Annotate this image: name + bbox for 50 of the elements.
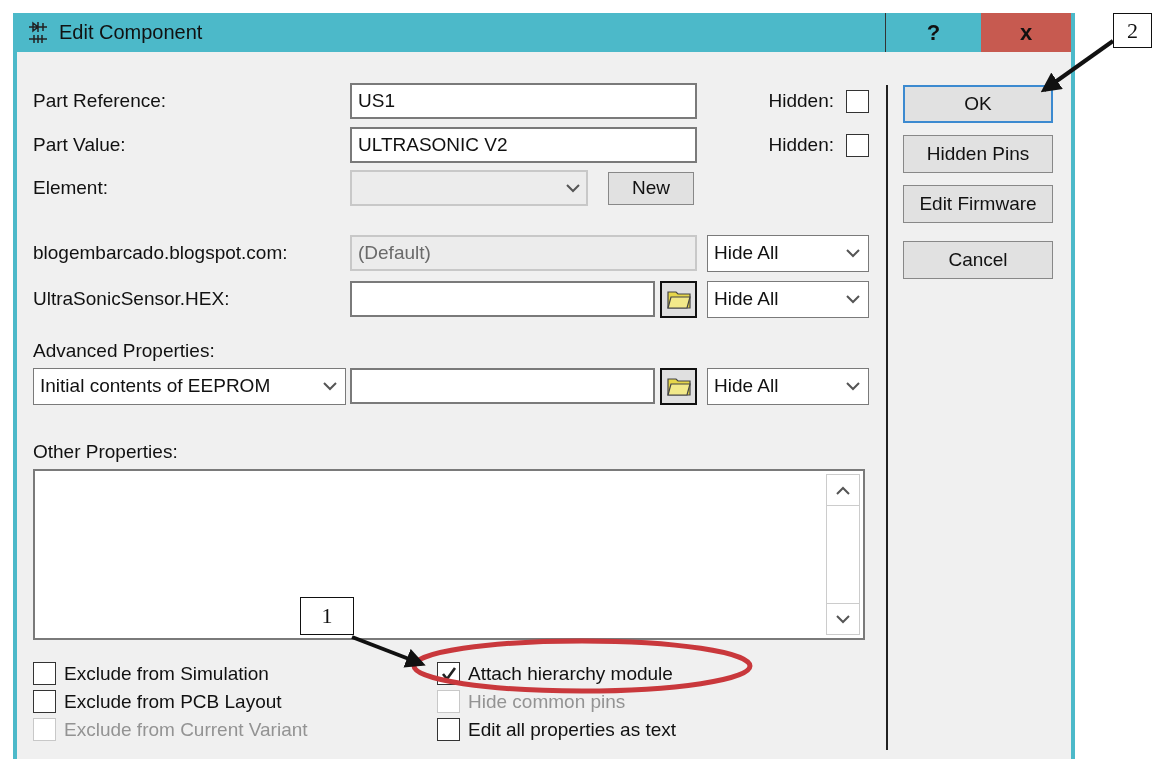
properties-textarea[interactable] [33, 469, 865, 640]
checkbox-label: Hide common pins [468, 690, 626, 713]
hidden-label: Hidden: [768, 134, 834, 156]
section-label: Other Properties: [33, 441, 179, 463]
section-label: Advanced Properties: [33, 340, 216, 362]
field-label: Part Value: [33, 134, 127, 156]
field-label: Element: [33, 177, 109, 199]
close-button[interactable]: x [981, 13, 1071, 52]
checkbox-label: Exclude from Current Variant [64, 718, 308, 741]
scrollbar[interactable] [826, 474, 860, 635]
checkbox-label: Attach hierarchy module [468, 662, 673, 685]
text-field[interactable]: US1 [350, 83, 697, 119]
text-field[interactable]: ULTRASONIC V2 [350, 127, 697, 163]
property-select[interactable]: Initial contents of EEPROM [33, 367, 346, 405]
text-field[interactable] [350, 368, 655, 404]
dialog-button[interactable]: Edit Firmware [903, 185, 1053, 223]
chevron-up-icon [836, 485, 850, 495]
visibility-select[interactable]: Hide All [707, 367, 869, 405]
callout-number: 2 [1113, 13, 1152, 48]
field-label: blogembarcado.blogspot.com: [33, 242, 289, 264]
dialog-button[interactable]: Cancel [903, 241, 1053, 279]
chevron-down-icon [566, 183, 580, 193]
field-label: Part Reference: [33, 90, 168, 112]
chevron-down-icon [323, 381, 337, 391]
folder-icon [666, 376, 691, 396]
callout-number: 1 [300, 597, 354, 635]
chevron-down-icon [836, 614, 850, 624]
chevron-down-icon [846, 248, 860, 258]
browse-button[interactable] [660, 367, 697, 405]
folder-icon [666, 289, 691, 309]
diode-icon [27, 20, 49, 45]
checkbox[interactable] [846, 89, 869, 113]
checkbox[interactable] [33, 690, 56, 713]
check-icon [440, 666, 457, 681]
checkbox-label: Exclude from PCB Layout [64, 690, 282, 713]
field-label: UltraSonicSensor.HEX: [33, 288, 231, 310]
dialog-button[interactable]: OK [903, 85, 1053, 123]
checkbox[interactable] [846, 133, 869, 157]
chevron-down-icon [846, 381, 860, 391]
visibility-select[interactable]: Hide All [707, 280, 869, 318]
file-field[interactable] [350, 281, 655, 317]
hidden-label: Hidden: [768, 90, 834, 112]
browse-button[interactable] [660, 280, 697, 318]
checkbox[interactable] [437, 718, 460, 741]
checkbox-label: Exclude from Simulation [64, 662, 269, 685]
checkbox-label: Edit all properties as text [468, 718, 677, 741]
checkbox[interactable] [33, 662, 56, 685]
dialog-button[interactable]: Hidden Pins [903, 135, 1053, 173]
window-title: Edit Component [59, 21, 204, 44]
chevron-down-icon [846, 294, 860, 304]
